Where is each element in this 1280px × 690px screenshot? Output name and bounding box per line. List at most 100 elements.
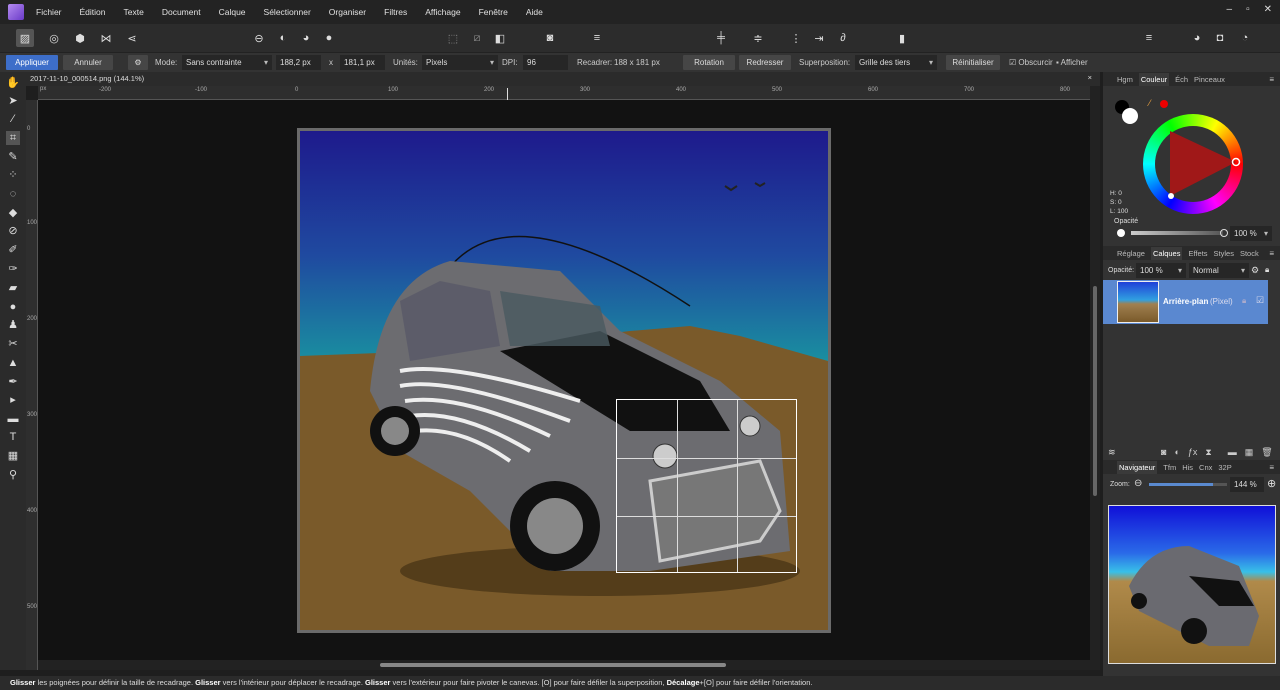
straighten-button[interactable]: Redresser	[739, 55, 791, 70]
snap-icon[interactable]: ⇥	[810, 29, 828, 47]
tab-couleur[interactable]: Couleur	[1138, 72, 1170, 86]
height-input[interactable]: 181,1 px	[340, 55, 385, 70]
vertical-scrollbar[interactable]	[1090, 86, 1100, 670]
tab-pinceaux[interactable]: Pinceaux	[1194, 75, 1225, 84]
crop-box[interactable]	[616, 399, 797, 573]
mask-icon[interactable]: ◙	[1161, 447, 1166, 458]
clone-tool-icon[interactable]: ♟	[6, 318, 20, 332]
width-input[interactable]: 188,2 px	[276, 55, 321, 70]
overlay-select[interactable]: Grille des tiers	[855, 55, 937, 70]
quick-mask-icon[interactable]: ◧	[491, 29, 509, 47]
folder-icon[interactable]: ▬	[1228, 447, 1237, 458]
develop-persona-icon[interactable]: ⬢	[71, 29, 89, 47]
deselect-icon[interactable]: ⧄	[468, 29, 486, 47]
panel-menu-icon[interactable]: ≡	[1269, 463, 1274, 472]
restore-button[interactable]: ▫	[1246, 4, 1250, 15]
horizontal-scrollbar[interactable]	[38, 660, 1090, 670]
zoom-out-icon[interactable]: ⊖	[1134, 478, 1142, 489]
eyedropper-icon[interactable]: ⁄	[1149, 98, 1151, 108]
zoom-in-icon[interactable]: ⊕	[1267, 477, 1276, 490]
zoom-input[interactable]: 144 %	[1230, 477, 1264, 492]
healing-tool-icon[interactable]: ✂	[6, 337, 20, 351]
assistant-icon[interactable]: ▮	[893, 29, 911, 47]
menu-organiser[interactable]: Organiser	[329, 7, 366, 17]
tab-tfm[interactable]: Tfm	[1163, 463, 1176, 472]
add-pixel-layer-icon[interactable]: ▦	[1245, 447, 1254, 458]
menu-texte[interactable]: Texte	[124, 7, 144, 17]
panel-menu-icon[interactable]: ≡	[1269, 249, 1274, 258]
layer-visibility-checkbox[interactable]: ☑	[1256, 295, 1264, 306]
node-tool-icon[interactable]: ▸	[6, 393, 20, 407]
menu-filtres[interactable]: Filtres	[384, 7, 407, 17]
mask-mode-icon[interactable]: ◙	[541, 29, 559, 47]
align-center-icon[interactable]: ≑	[749, 29, 767, 47]
export-persona-icon[interactable]: ⋖	[123, 29, 141, 47]
photo-persona-icon[interactable]: ▨	[16, 29, 34, 47]
gear-icon[interactable]: ⚙	[128, 55, 148, 70]
snapping-magnet-icon[interactable]: ∂	[834, 29, 852, 47]
opacity-slider-handle[interactable]	[1220, 229, 1228, 237]
hourglass-icon[interactable]: ⧗	[1205, 447, 1211, 458]
zoom-tool-icon[interactable]: ⚲	[6, 468, 20, 482]
minimize-button[interactable]: –	[1227, 4, 1233, 15]
boolean-subtract-icon[interactable]: ◘	[1211, 29, 1229, 47]
adjustment-icon[interactable]: ◐	[1174, 447, 1179, 458]
opacity-slider[interactable]	[1131, 231, 1223, 235]
darken-checkbox[interactable]: ☑ Obscurcir	[1009, 58, 1053, 67]
tone-mapping-persona-icon[interactable]: ⋈	[97, 29, 115, 47]
close-document-icon[interactable]: ×	[1088, 73, 1092, 82]
tab-navigateur[interactable]: Navigateur	[1117, 460, 1158, 474]
move-tool-icon[interactable]: ➤	[6, 94, 20, 108]
menu-fichier[interactable]: Fichier	[36, 7, 62, 17]
fill-tool-icon[interactable]: ◆	[6, 206, 20, 220]
tab-his[interactable]: His	[1182, 463, 1193, 472]
menu-document[interactable]: Document	[162, 7, 201, 17]
zoom-slider[interactable]	[1149, 483, 1227, 486]
color-replacement-icon[interactable]: ✐	[6, 243, 20, 257]
show-checkbox[interactable]: ▪ Afficher	[1056, 58, 1088, 67]
panel-menu-icon[interactable]: ≡	[1269, 75, 1274, 84]
crop-tool-icon[interactable]: ⌗	[6, 131, 20, 145]
layer-lock-icon[interactable]: 🔒︎	[1242, 296, 1246, 306]
pen-tool-icon[interactable]: ✒	[6, 375, 20, 389]
units-select[interactable]: Pixels	[422, 55, 498, 70]
tab-styles[interactable]: Styles	[1214, 249, 1234, 258]
tab-calques[interactable]: Calques	[1150, 246, 1183, 260]
mode-select[interactable]: Sans contrainte	[182, 55, 272, 70]
tab-hgm[interactable]: Hgm	[1117, 75, 1133, 84]
secondary-color-swatch[interactable]	[1122, 108, 1138, 124]
sharpen-tool-icon[interactable]: ▲	[6, 356, 20, 370]
color-wheel[interactable]	[1143, 114, 1243, 214]
lock-icon[interactable]: 🔒︎	[1265, 265, 1269, 275]
menu-selectionner[interactable]: Sélectionner	[264, 7, 311, 17]
document-image[interactable]	[297, 128, 831, 633]
dodge-tool-icon[interactable]: ●	[6, 300, 20, 314]
selection-brush-icon[interactable]: ✎	[6, 150, 20, 164]
liquify-persona-icon[interactable]: ◎	[45, 29, 63, 47]
shape-tool-icon[interactable]: ▬	[6, 412, 20, 426]
erase-tool-icon[interactable]: ▰	[6, 281, 20, 295]
layer-row-arriere-plan[interactable]: Arrière-plan (Pixel) 🔒︎ ☑	[1103, 280, 1268, 324]
tab-ech[interactable]: Éch	[1175, 75, 1188, 84]
close-button[interactable]: ✕	[1264, 4, 1272, 15]
marquee-tool-icon[interactable]: ◌	[6, 187, 20, 201]
color-picker-tool-icon[interactable]: ⁄	[6, 112, 20, 126]
apply-button[interactable]: Appliquer	[6, 55, 58, 70]
arrange-icon[interactable]: ≡	[1140, 29, 1158, 47]
boolean-intersect-icon[interactable]: ◔	[1236, 29, 1254, 47]
auto-levels-icon[interactable]: ⊖	[250, 29, 268, 47]
mesh-warp-icon[interactable]: ▦	[6, 449, 20, 463]
navigator-preview[interactable]	[1108, 505, 1276, 664]
dpi-input[interactable]: 96	[523, 55, 568, 70]
brush-icon[interactable]: ✑	[6, 262, 20, 276]
rotation-button[interactable]: Rotation	[683, 55, 735, 70]
menu-aide[interactable]: Aide	[526, 7, 543, 17]
menu-calque[interactable]: Calque	[219, 7, 246, 17]
grid-snap-icon[interactable]: ⋮	[787, 29, 805, 47]
tab-stock[interactable]: Stock	[1240, 249, 1259, 258]
fx-icon[interactable]: ƒx	[1188, 447, 1198, 458]
text-tool-icon[interactable]: T	[6, 430, 20, 444]
gear-icon[interactable]: ⚙	[1251, 265, 1259, 276]
distribute-icon[interactable]: ╪	[712, 29, 730, 47]
menu-affichage[interactable]: Affichage	[425, 7, 460, 17]
